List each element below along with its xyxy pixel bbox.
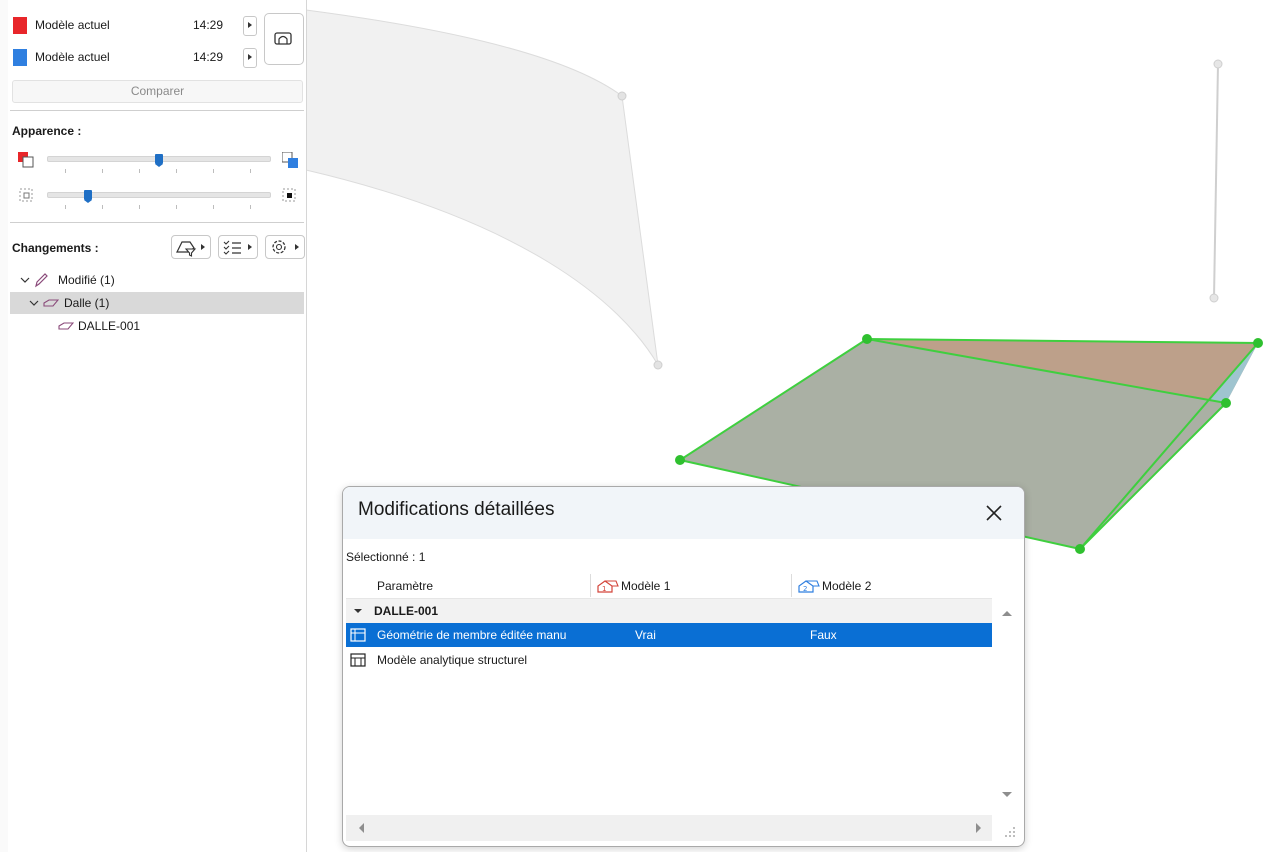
group-label: DALLE-001 — [374, 604, 439, 618]
model-1-swatch — [13, 17, 27, 34]
vertical-scrollbar[interactable] — [993, 574, 1021, 814]
vertex-handle — [653, 360, 663, 370]
color-blend-slider[interactable] — [47, 154, 271, 167]
selection-count: Sélectionné : 1 — [346, 550, 426, 564]
table-header: Paramètre 1 Modèle 1 2 Modèle 2 — [346, 574, 992, 599]
slab-vertex — [1253, 338, 1263, 348]
appearance-label: Apparence : — [12, 124, 82, 138]
row-parameter: Modèle analytique structurel — [377, 653, 528, 667]
chevron-down-icon[interactable] — [19, 269, 31, 291]
checklist-icon — [223, 240, 252, 255]
tree-node-slab-group[interactable]: Dalle (1) — [10, 292, 304, 314]
filter-shape-icon — [176, 241, 205, 257]
model-1-time: 14:29 — [193, 18, 224, 32]
table-row[interactable]: Modèle analytique structurel — [346, 648, 992, 672]
color-blend-thumb[interactable] — [155, 154, 163, 167]
settings-button[interactable] — [265, 235, 305, 259]
tree-node-slab-item[interactable]: DALLE-001 — [10, 315, 304, 337]
filter-elements-button[interactable] — [171, 235, 211, 259]
svg-text:1: 1 — [602, 585, 606, 593]
detailed-changes-dialog: Modifications détaillées Sélectionné : 1… — [342, 486, 1025, 847]
slab-vertex — [1221, 398, 1231, 408]
vertex-handle — [1213, 59, 1223, 69]
transparency-thumb[interactable] — [83, 190, 92, 203]
model-2-color-icon — [282, 152, 298, 168]
pencil-icon — [35, 273, 48, 288]
tree-label-slab-group: Dalle (1) — [64, 296, 110, 310]
transparency-high-icon — [282, 188, 296, 202]
model-1-select-button[interactable] — [243, 16, 257, 36]
panel-edge — [0, 0, 8, 852]
row-model-1-value: Vrai — [635, 628, 656, 642]
model-1-name: Modèle actuel — [35, 18, 110, 32]
column-header-model-2[interactable]: Modèle 2 — [822, 579, 871, 593]
slab-vertex — [675, 455, 685, 465]
member-geometry-icon — [350, 628, 366, 642]
horizontal-scrollbar[interactable] — [346, 815, 992, 841]
model-2-row: Modèle actuel 14:29 — [13, 48, 258, 68]
collapse-triangle-icon[interactable] — [352, 599, 364, 623]
model-1-row: Modèle actuel 14:29 — [13, 16, 258, 36]
checklist-button[interactable] — [218, 235, 258, 259]
transparency-low-icon — [19, 188, 33, 202]
tree-node-modified[interactable]: Modifié (1) — [10, 269, 304, 291]
vertex-handle — [617, 91, 627, 101]
model-2-swatch — [13, 49, 27, 66]
curved-surface — [305, 9, 659, 366]
close-icon[interactable] — [980, 499, 1008, 527]
scroll-right-icon[interactable] — [968, 815, 988, 841]
scroll-down-icon[interactable] — [993, 784, 1021, 804]
gear-icon — [272, 240, 299, 254]
row-model-2-value: Faux — [810, 628, 837, 642]
analytical-model-icon — [350, 653, 366, 667]
svg-text:2: 2 — [803, 585, 807, 593]
tree-label-modified: Modifié (1) — [58, 273, 115, 287]
column-header-model-1[interactable]: Modèle 1 — [621, 579, 670, 593]
close-button[interactable] — [980, 499, 1008, 527]
vertex-handle — [1209, 293, 1219, 303]
slab-icon — [43, 299, 59, 307]
compare-panel: Modèle actuel 14:29 Modèle actuel 14:29 … — [0, 0, 307, 852]
slab-vertex — [862, 334, 872, 344]
scroll-up-icon[interactable] — [993, 604, 1021, 624]
table-group-row[interactable]: DALLE-001 — [346, 599, 992, 623]
slab-icon — [58, 322, 74, 330]
table-row[interactable]: Géométrie de membre éditée manu Vrai Fau… — [346, 623, 992, 647]
row-parameter: Géométrie de membre éditée manu — [377, 628, 567, 642]
slab-vertex — [1075, 544, 1085, 554]
column-divider[interactable] — [791, 574, 792, 597]
chevron-down-icon[interactable] — [28, 292, 40, 314]
column-header-parameter[interactable]: Paramètre — [377, 579, 433, 593]
compare-mode-button[interactable] — [264, 13, 304, 65]
model-2-select-button[interactable] — [243, 48, 257, 68]
tree-label-slab-item: DALLE-001 — [78, 319, 141, 333]
scroll-left-icon[interactable] — [352, 815, 372, 841]
model-1-color-icon — [18, 152, 34, 168]
overlay-model-icon — [274, 32, 292, 45]
divider — [10, 110, 304, 111]
changes-label: Changements : — [12, 241, 99, 255]
color-blend-ticks — [47, 169, 269, 174]
transparency-ticks — [47, 205, 269, 210]
resize-grip-icon[interactable] — [1003, 825, 1017, 839]
divider — [10, 222, 304, 223]
model-2-time: 14:29 — [193, 50, 224, 64]
model-2-icon: 2 — [798, 580, 820, 593]
compare-button[interactable]: Comparer — [12, 80, 303, 103]
model-1-icon: 1 — [597, 580, 619, 593]
transparency-slider[interactable] — [47, 190, 271, 203]
model-2-name: Modèle actuel — [35, 50, 110, 64]
column-divider[interactable] — [590, 574, 591, 597]
vertical-element — [1213, 63, 1219, 299]
dialog-title: Modifications détaillées — [358, 499, 555, 520]
